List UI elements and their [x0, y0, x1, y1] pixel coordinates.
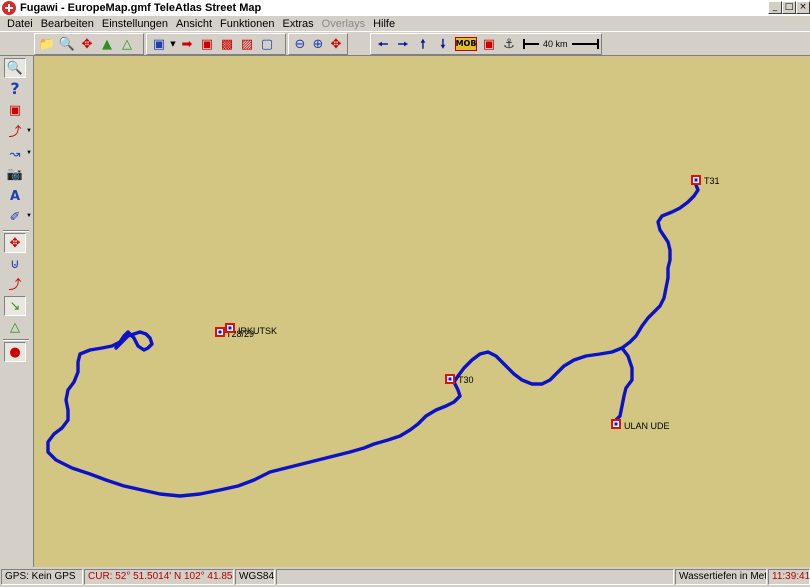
- select-move-tool-icon[interactable]: ✥: [4, 233, 26, 253]
- waypoint-square-icon[interactable]: ▣: [479, 34, 499, 54]
- zoom-extent-icon[interactable]: ✥: [327, 34, 345, 54]
- left-toolbar: 🔍 ? ▣ ⤴ ▼ ↝ ▼ 📷 A ✐ ▼ ✥ ⊍ ⤴ ↘ △ ●: [0, 56, 34, 567]
- depth-units-status[interactable]: Wassertiefen in Meters: [675, 569, 767, 585]
- gps-track-branch[interactable]: [614, 346, 634, 422]
- frame-icon[interactable]: ▣: [197, 34, 217, 54]
- fullscreen-icon[interactable]: ▢: [257, 34, 277, 54]
- menu-overlays[interactable]: Overlays: [318, 17, 369, 31]
- scale-bar: 40 km: [523, 34, 599, 54]
- waypoint-marker-center: [218, 330, 222, 334]
- window-title: Fugawi - EuropeMap.gmf TeleAtlas Street …: [20, 2, 262, 14]
- draw-dropdown-icon[interactable]: ▼: [26, 213, 32, 219]
- waypoint-tool-icon[interactable]: ▣: [4, 100, 26, 120]
- scale-label: 40 km: [543, 39, 568, 49]
- track-dropdown-icon[interactable]: ▼: [26, 150, 32, 156]
- menu-ansicht[interactable]: Ansicht: [172, 17, 216, 31]
- split-tool-icon[interactable]: ⤴: [4, 275, 26, 295]
- frame-corner-icon[interactable]: ▩: [217, 34, 237, 54]
- left-toolbar-separator-2: [3, 339, 29, 341]
- join-tool-icon[interactable]: ⊍: [4, 254, 26, 274]
- anchor-icon[interactable]: ⚓: [499, 34, 519, 54]
- waypoint-t30[interactable]: T30: [445, 374, 474, 385]
- cursor-coordinates: CUR: 52° 51.5014' N 102° 41.8544' E: [84, 569, 234, 585]
- clock-status: 11:39:41: [768, 569, 810, 585]
- toolbar-group-navigation: 🠔 🠖 🠕 🠗 MOB ▣ ⚓ 40 km: [370, 33, 602, 55]
- minimize-button[interactable]: _: [768, 1, 782, 14]
- waypoint-label: ULAN UDE: [624, 421, 670, 431]
- pan-move-icon[interactable]: ✥: [77, 34, 97, 54]
- left-toolbar-separator: [3, 230, 29, 232]
- arrow-right-icon[interactable]: 🠖: [393, 34, 413, 54]
- zoom-tool-icon[interactable]: 🔍: [4, 58, 26, 78]
- waypoint-marker-center: [448, 377, 452, 381]
- window-select-icon[interactable]: ▣: [149, 34, 169, 54]
- zoom-out-icon[interactable]: ⊖: [291, 34, 309, 54]
- track-tool-icon[interactable]: ↝: [4, 144, 26, 164]
- open-folder-icon[interactable]: 📁: [37, 34, 57, 54]
- frame-expand-icon[interactable]: ▨: [237, 34, 257, 54]
- gps-status: GPS: Kein GPS: [1, 569, 83, 585]
- waypoint-marker-center: [228, 326, 232, 330]
- menu-hilfe[interactable]: Hilfe: [369, 17, 399, 31]
- find-map-icon[interactable]: 🔍: [57, 34, 77, 54]
- arrow-up-icon[interactable]: 🠕: [413, 34, 433, 54]
- waypoint-marker-center: [614, 422, 618, 426]
- waypoint-ulan-ude[interactable]: ULAN UDE: [611, 419, 670, 431]
- map-svg[interactable]: T31T30ULAN UDET28/29IRKUTSK: [34, 56, 810, 567]
- menu-bar: Datei Bearbeiten Einstellungen Ansicht F…: [0, 16, 810, 31]
- waypoint-label: T30: [458, 375, 474, 385]
- route-tool-icon[interactable]: ⤴: [4, 122, 26, 142]
- toolbar-group-zoom: ⊖ ⊕ ✥: [288, 33, 348, 55]
- status-bar: GPS: Kein GPS CUR: 52° 51.5014' N 102° 4…: [0, 567, 810, 587]
- menu-funktionen[interactable]: Funktionen: [216, 17, 278, 31]
- transfer-tool-icon[interactable]: ↘: [4, 296, 26, 316]
- map-canvas[interactable]: T31 T30 ULAN UDE T28/29 IRKUTSK: [34, 56, 810, 567]
- gps-track[interactable]: [46, 183, 700, 498]
- center-arrow-icon[interactable]: ➡: [177, 34, 197, 54]
- gps-position-tool-icon[interactable]: ●: [4, 342, 26, 362]
- mob-button[interactable]: MOB: [455, 37, 477, 51]
- main-toolbar: 📁 🔍 ✥ ▲ △ ▣ ▼ ➡ ▣ ▩ ▨ ▢ ⊖ ⊕ ✥ 🠔 🠖 🠕 🠗 MO…: [0, 31, 810, 56]
- arrow-down-icon[interactable]: 🠗: [433, 34, 453, 54]
- title-bar: Fugawi - EuropeMap.gmf TeleAtlas Street …: [0, 0, 810, 16]
- toolbar-group-map: 📁 🔍 ✥ ▲ △: [34, 33, 144, 55]
- window-dropdown-icon[interactable]: ▼: [169, 34, 177, 54]
- scale-bar-right-cap: [597, 39, 599, 49]
- toolbar-group-window: ▣ ▼ ➡ ▣ ▩ ▨ ▢: [146, 33, 286, 55]
- map-overlay-icon[interactable]: ▲: [97, 34, 117, 54]
- camera-tool-icon[interactable]: 📷: [4, 164, 26, 184]
- waypoint-t31[interactable]: T31: [691, 175, 720, 186]
- menu-bearbeiten[interactable]: Bearbeiten: [37, 17, 98, 31]
- help-tool-icon[interactable]: ?: [4, 79, 26, 99]
- fugawi-logo-icon: [2, 1, 16, 15]
- arrow-left-icon[interactable]: 🠔: [373, 34, 393, 54]
- waypoint-marker-center: [694, 178, 698, 182]
- route-dropdown-icon[interactable]: ▼: [26, 128, 32, 134]
- status-empty-panel: [276, 569, 674, 585]
- scale-bar-line-right: [571, 43, 597, 45]
- maximize-button[interactable]: □: [782, 1, 796, 14]
- menu-extras[interactable]: Extras: [278, 17, 317, 31]
- menu-datei[interactable]: Datei: [3, 17, 37, 31]
- menu-einstellungen[interactable]: Einstellungen: [98, 17, 172, 31]
- map-layers-icon[interactable]: △: [117, 34, 137, 54]
- draw-tool-icon[interactable]: ✐: [4, 207, 26, 227]
- waypoint-label: IRKUTSK: [238, 326, 277, 336]
- datum-status[interactable]: WGS84: [235, 569, 275, 585]
- scale-bar-line: [525, 43, 539, 45]
- layer-tool-icon[interactable]: △: [4, 317, 26, 337]
- text-tool-icon[interactable]: A: [4, 186, 26, 206]
- close-button[interactable]: ×: [796, 1, 810, 14]
- waypoint-label: T31: [704, 176, 720, 186]
- zoom-in-icon[interactable]: ⊕: [309, 34, 327, 54]
